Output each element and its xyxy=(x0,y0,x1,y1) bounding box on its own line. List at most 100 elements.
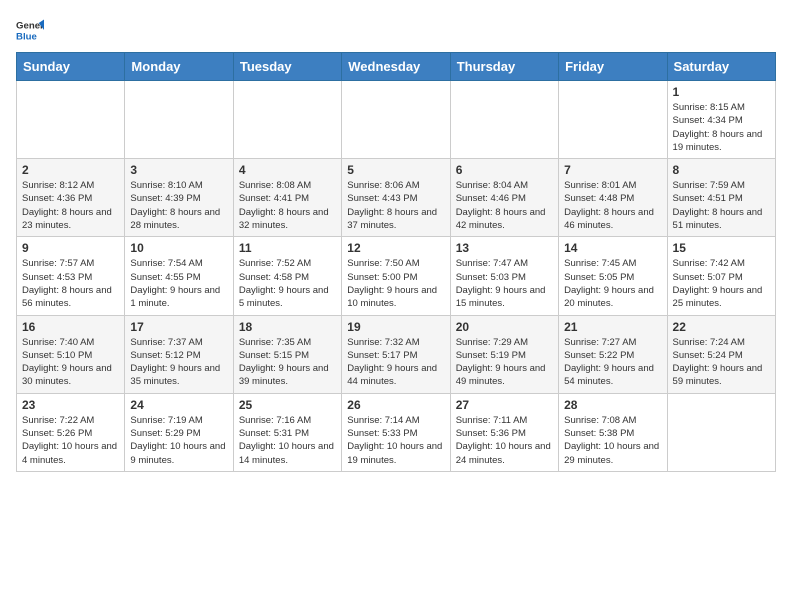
logo: General Blue xyxy=(16,16,44,44)
calendar-week-row: 1 Sunrise: 8:15 AM Sunset: 4:34 PM Daylig… xyxy=(17,81,776,159)
svg-text:General: General xyxy=(16,20,44,31)
calendar-cell: 20 Sunrise: 7:29 AM Sunset: 5:19 PM Dayli… xyxy=(450,315,558,393)
calendar-cell xyxy=(667,393,775,471)
day-info: Sunrise: 7:35 AM Sunset: 5:15 PM Dayligh… xyxy=(239,336,336,389)
day-info: Sunrise: 7:11 AM Sunset: 5:36 PM Dayligh… xyxy=(456,414,553,467)
day-number: 22 xyxy=(673,320,770,334)
day-number: 12 xyxy=(347,241,444,255)
calendar-cell: 9 Sunrise: 7:57 AM Sunset: 4:53 PM Daylig… xyxy=(17,237,125,315)
day-info: Sunrise: 7:52 AM Sunset: 4:58 PM Dayligh… xyxy=(239,257,336,310)
calendar-cell: 7 Sunrise: 8:01 AM Sunset: 4:48 PM Daylig… xyxy=(559,159,667,237)
day-number: 21 xyxy=(564,320,661,334)
calendar-cell: 28 Sunrise: 7:08 AM Sunset: 5:38 PM Dayli… xyxy=(559,393,667,471)
day-number: 13 xyxy=(456,241,553,255)
day-number: 4 xyxy=(239,163,336,177)
day-info: Sunrise: 7:22 AM Sunset: 5:26 PM Dayligh… xyxy=(22,414,119,467)
calendar-cell: 12 Sunrise: 7:50 AM Sunset: 5:00 PM Dayli… xyxy=(342,237,450,315)
weekday-header-tuesday: Tuesday xyxy=(233,53,341,81)
day-info: Sunrise: 8:12 AM Sunset: 4:36 PM Dayligh… xyxy=(22,179,119,232)
day-number: 17 xyxy=(130,320,227,334)
logo-icon: General Blue xyxy=(16,16,44,44)
calendar-cell: 21 Sunrise: 7:27 AM Sunset: 5:22 PM Dayli… xyxy=(559,315,667,393)
calendar-cell xyxy=(342,81,450,159)
day-number: 6 xyxy=(456,163,553,177)
calendar-week-row: 9 Sunrise: 7:57 AM Sunset: 4:53 PM Daylig… xyxy=(17,237,776,315)
calendar-table: SundayMondayTuesdayWednesdayThursdayFrid… xyxy=(16,52,776,472)
page-header: General Blue xyxy=(16,16,776,44)
day-info: Sunrise: 7:16 AM Sunset: 5:31 PM Dayligh… xyxy=(239,414,336,467)
weekday-header-thursday: Thursday xyxy=(450,53,558,81)
day-number: 26 xyxy=(347,398,444,412)
day-info: Sunrise: 7:08 AM Sunset: 5:38 PM Dayligh… xyxy=(564,414,661,467)
day-info: Sunrise: 7:57 AM Sunset: 4:53 PM Dayligh… xyxy=(22,257,119,310)
day-number: 16 xyxy=(22,320,119,334)
day-info: Sunrise: 8:01 AM Sunset: 4:48 PM Dayligh… xyxy=(564,179,661,232)
calendar-cell xyxy=(450,81,558,159)
calendar-cell: 24 Sunrise: 7:19 AM Sunset: 5:29 PM Dayli… xyxy=(125,393,233,471)
calendar-cell: 10 Sunrise: 7:54 AM Sunset: 4:55 PM Dayli… xyxy=(125,237,233,315)
calendar-cell: 15 Sunrise: 7:42 AM Sunset: 5:07 PM Dayli… xyxy=(667,237,775,315)
day-info: Sunrise: 7:47 AM Sunset: 5:03 PM Dayligh… xyxy=(456,257,553,310)
day-number: 14 xyxy=(564,241,661,255)
day-number: 8 xyxy=(673,163,770,177)
calendar-cell: 5 Sunrise: 8:06 AM Sunset: 4:43 PM Daylig… xyxy=(342,159,450,237)
calendar-cell: 17 Sunrise: 7:37 AM Sunset: 5:12 PM Dayli… xyxy=(125,315,233,393)
svg-text:Blue: Blue xyxy=(16,32,37,43)
day-number: 19 xyxy=(347,320,444,334)
calendar-cell xyxy=(17,81,125,159)
calendar-cell: 22 Sunrise: 7:24 AM Sunset: 5:24 PM Dayli… xyxy=(667,315,775,393)
weekday-header-monday: Monday xyxy=(125,53,233,81)
weekday-header-row: SundayMondayTuesdayWednesdayThursdayFrid… xyxy=(17,53,776,81)
day-info: Sunrise: 8:04 AM Sunset: 4:46 PM Dayligh… xyxy=(456,179,553,232)
day-number: 5 xyxy=(347,163,444,177)
day-number: 1 xyxy=(673,85,770,99)
calendar-cell: 11 Sunrise: 7:52 AM Sunset: 4:58 PM Dayli… xyxy=(233,237,341,315)
day-info: Sunrise: 7:45 AM Sunset: 5:05 PM Dayligh… xyxy=(564,257,661,310)
weekday-header-friday: Friday xyxy=(559,53,667,81)
day-info: Sunrise: 7:50 AM Sunset: 5:00 PM Dayligh… xyxy=(347,257,444,310)
day-number: 24 xyxy=(130,398,227,412)
day-number: 18 xyxy=(239,320,336,334)
day-number: 27 xyxy=(456,398,553,412)
calendar-cell: 26 Sunrise: 7:14 AM Sunset: 5:33 PM Dayli… xyxy=(342,393,450,471)
weekday-header-sunday: Sunday xyxy=(17,53,125,81)
day-number: 20 xyxy=(456,320,553,334)
calendar-cell: 4 Sunrise: 8:08 AM Sunset: 4:41 PM Daylig… xyxy=(233,159,341,237)
day-info: Sunrise: 8:08 AM Sunset: 4:41 PM Dayligh… xyxy=(239,179,336,232)
day-info: Sunrise: 8:06 AM Sunset: 4:43 PM Dayligh… xyxy=(347,179,444,232)
calendar-cell: 1 Sunrise: 8:15 AM Sunset: 4:34 PM Daylig… xyxy=(667,81,775,159)
day-info: Sunrise: 7:19 AM Sunset: 5:29 PM Dayligh… xyxy=(130,414,227,467)
calendar-cell: 3Sunrise: 8:10 AM Sunset: 4:39 PM Daylig… xyxy=(125,159,233,237)
day-info: Sunrise: 7:54 AM Sunset: 4:55 PM Dayligh… xyxy=(130,257,227,310)
day-number: 28 xyxy=(564,398,661,412)
day-info: Sunrise: 7:59 AM Sunset: 4:51 PM Dayligh… xyxy=(673,179,770,232)
calendar-week-row: 2 Sunrise: 8:12 AM Sunset: 4:36 PM Daylig… xyxy=(17,159,776,237)
calendar-cell: 6 Sunrise: 8:04 AM Sunset: 4:46 PM Daylig… xyxy=(450,159,558,237)
calendar-cell xyxy=(233,81,341,159)
day-info: Sunrise: 8:15 AM Sunset: 4:34 PM Dayligh… xyxy=(673,101,770,154)
day-number: 9 xyxy=(22,241,119,255)
day-info: Sunrise: 7:27 AM Sunset: 5:22 PM Dayligh… xyxy=(564,336,661,389)
calendar-cell xyxy=(559,81,667,159)
day-number: 25 xyxy=(239,398,336,412)
day-number: 7 xyxy=(564,163,661,177)
day-number: 10 xyxy=(130,241,227,255)
weekday-header-wednesday: Wednesday xyxy=(342,53,450,81)
calendar-week-row: 23 Sunrise: 7:22 AM Sunset: 5:26 PM Dayli… xyxy=(17,393,776,471)
day-info: Sunrise: 7:29 AM Sunset: 5:19 PM Dayligh… xyxy=(456,336,553,389)
day-info: Sunrise: 7:14 AM Sunset: 5:33 PM Dayligh… xyxy=(347,414,444,467)
calendar-cell: 16Sunrise: 7:40 AM Sunset: 5:10 PM Dayli… xyxy=(17,315,125,393)
day-info: Sunrise: 7:42 AM Sunset: 5:07 PM Dayligh… xyxy=(673,257,770,310)
day-number: 11 xyxy=(239,241,336,255)
weekday-header-saturday: Saturday xyxy=(667,53,775,81)
day-info: Sunrise: 7:24 AM Sunset: 5:24 PM Dayligh… xyxy=(673,336,770,389)
day-number: 3 xyxy=(130,163,227,177)
day-number: 2 xyxy=(22,163,119,177)
day-info: Sunrise: 7:37 AM Sunset: 5:12 PM Dayligh… xyxy=(130,336,227,389)
calendar-cell: 23 Sunrise: 7:22 AM Sunset: 5:26 PM Dayli… xyxy=(17,393,125,471)
calendar-cell: 13 Sunrise: 7:47 AM Sunset: 5:03 PM Dayli… xyxy=(450,237,558,315)
day-number: 23 xyxy=(22,398,119,412)
calendar-cell: 8 Sunrise: 7:59 AM Sunset: 4:51 PM Daylig… xyxy=(667,159,775,237)
calendar-week-row: 16Sunrise: 7:40 AM Sunset: 5:10 PM Dayli… xyxy=(17,315,776,393)
day-number: 15 xyxy=(673,241,770,255)
